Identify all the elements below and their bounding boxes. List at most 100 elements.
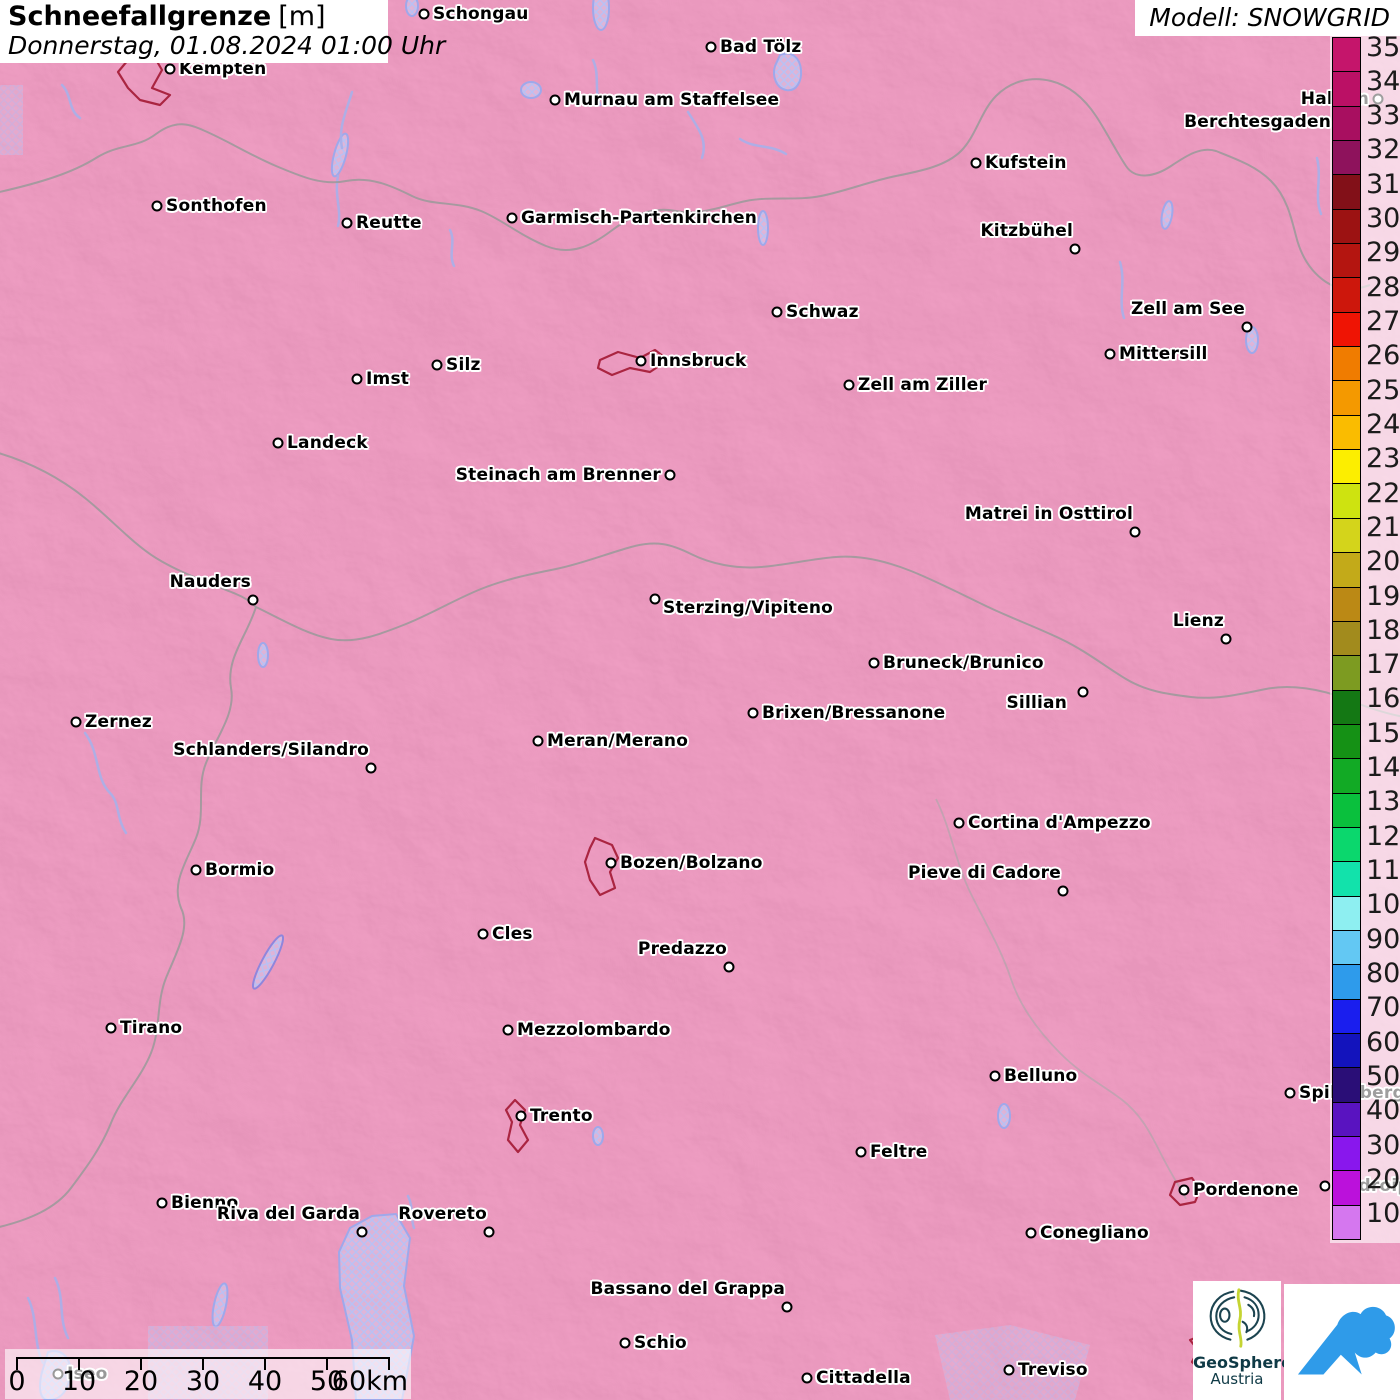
weather-map: Schongau Bad Tölz Kempten Murnau am Staffel… xyxy=(0,0,1400,1400)
city-label-landeck: Landeck xyxy=(287,433,368,453)
city-label-sterzing-vipiteno: Sterzing/Vipiteno xyxy=(663,598,834,618)
city-label-tirano: Tirano xyxy=(120,1018,183,1038)
city-dot-spilimbergo xyxy=(1284,1087,1296,1099)
city-dot-treviso xyxy=(1003,1364,1015,1376)
colorbar-cell-1600 xyxy=(1333,690,1360,725)
colorbar-tick-label-3200: 3200 xyxy=(1366,134,1400,166)
city-dot-mezzolombardo xyxy=(502,1024,514,1036)
city-markers-layer: Schongau Bad Tölz Kempten Murnau am Staffel… xyxy=(0,0,1400,1400)
city-label-lienz: Lienz xyxy=(1172,611,1224,631)
city-label-berchtesgaden: Berchtesgaden xyxy=(1184,112,1331,132)
colorbar-tick-label-2600: 2600 xyxy=(1366,340,1400,372)
mountain-cloud-icon xyxy=(1297,1306,1395,1375)
colorbar-cell-3100 xyxy=(1333,175,1360,210)
geosphere-logo-subtext: Austria xyxy=(1210,1370,1264,1388)
city-label-steinach-am-brenner: Steinach am Brenner xyxy=(455,465,661,485)
model-box: Modell: SNOWGRID xyxy=(1135,0,1400,36)
city-label-feltre: Feltre xyxy=(870,1142,928,1162)
colorbar-tick-label-1000: 1000 xyxy=(1366,889,1400,921)
colorbar-cell-2900 xyxy=(1333,244,1360,279)
city-label-riva-del-garda: Riva del Garda xyxy=(216,1204,360,1224)
city-dot-conegliano xyxy=(1025,1227,1037,1239)
scalebar-label-20: 20 xyxy=(123,1366,159,1397)
city-dot-schongau xyxy=(418,8,430,20)
colorbar-cell-800 xyxy=(1333,965,1360,1000)
colorbar-tick-label-2700: 2700 xyxy=(1366,306,1400,337)
city-label-zell-am-see: Zell am See xyxy=(1130,299,1245,319)
colorbar-tick-label-1800: 1800 xyxy=(1366,614,1400,646)
city-dot-zell-am-ziller xyxy=(843,379,855,391)
city-dot-murnau-am-staffelsee xyxy=(549,94,561,106)
colorbar-tick-label-500: 500 xyxy=(1366,1060,1400,1092)
colorbar-cell-2400 xyxy=(1333,415,1360,451)
colorbar-cell-2700 xyxy=(1333,312,1360,348)
colorbar-cell-2300 xyxy=(1333,450,1360,485)
city-label-schlanders-silandro: Schlanders/Silandro xyxy=(173,740,369,760)
colorbar-tick-label-1700: 1700 xyxy=(1366,649,1400,681)
city-dot-sterzing-vipiteno xyxy=(649,593,661,605)
colorbar-tick-label-300: 300 xyxy=(1366,1129,1400,1161)
city-label-cortina-d-ampezzo: Cortina d'Ampezzo xyxy=(968,813,1151,833)
colorbar-cell-3300 xyxy=(1333,106,1360,142)
city-label-zell-am-ziller: Zell am Ziller xyxy=(858,375,988,395)
colorbar-tick-label-2800: 2800 xyxy=(1366,271,1400,303)
geosphere-swirl-icon xyxy=(1209,1288,1266,1348)
map-datetime: Donnerstag, 01.08.2024 01:00 Uhr xyxy=(8,31,446,60)
city-label-bad-t-lz: Bad Tölz xyxy=(720,37,802,57)
city-dot-trento xyxy=(515,1110,527,1122)
city-label-predazzo: Predazzo xyxy=(637,939,727,959)
colorbar-tick-label-1900: 1900 xyxy=(1366,580,1400,612)
city-dot-pieve-di-cadore xyxy=(1057,885,1069,897)
city-label-rovereto: Rovereto xyxy=(398,1204,487,1224)
city-dot-silz xyxy=(431,359,443,371)
mountain-cloud-logo xyxy=(1284,1284,1400,1400)
city-dot-lienz xyxy=(1220,633,1232,645)
colorbar-cell-3000 xyxy=(1333,209,1360,245)
city-label-treviso: Treviso xyxy=(1018,1360,1088,1380)
city-label-silz: Silz xyxy=(446,355,481,375)
colorbar-cell-1400 xyxy=(1333,759,1360,794)
city-label-pieve-di-cadore: Pieve di Cadore xyxy=(908,863,1061,883)
city-dot-bienno xyxy=(156,1197,168,1209)
title-box: Schneefallgrenze [m] Donnerstag, 01.08.20… xyxy=(0,0,446,63)
model-label: Modell: SNOWGRID xyxy=(1149,3,1390,32)
geosphere-logo-text: GeoSphere xyxy=(1193,1353,1292,1372)
city-label-murnau-am-staffelsee: Murnau am Staffelsee xyxy=(564,90,780,110)
city-label-bozen-bolzano: Bozen/Bolzano xyxy=(620,853,763,873)
city-dot-riva-del-garda xyxy=(356,1226,368,1238)
colorbar-tick-label-400: 400 xyxy=(1366,1095,1400,1127)
colorbar-cell-100 xyxy=(1333,1205,1360,1240)
city-dot-schwaz xyxy=(771,306,783,318)
colorbar-tick-label-1600: 1600 xyxy=(1366,683,1400,715)
colorbar-cell-3200 xyxy=(1333,141,1360,176)
colorbar-tick-label-900: 900 xyxy=(1366,923,1400,955)
colorbar-cell-1300 xyxy=(1333,793,1360,828)
city-dot-bad-t-lz xyxy=(705,41,717,53)
colorbar-cell-2600 xyxy=(1333,347,1360,382)
colorbar-tick-label-3100: 3100 xyxy=(1366,168,1400,200)
colorbar-tick-label-2300: 2300 xyxy=(1366,443,1400,475)
colorbar-cell-3400 xyxy=(1333,72,1360,107)
city-label-trento: Trento xyxy=(530,1106,593,1126)
city-label-bruneck-brunico: Bruneck/Brunico xyxy=(883,653,1044,673)
city-label-bassano-del-grappa: Bassano del Grappa xyxy=(590,1279,785,1299)
city-dot-garmisch-partenkirchen xyxy=(506,212,518,224)
city-label-garmisch-partenkirchen: Garmisch-Partenkirchen xyxy=(521,208,758,228)
city-label-imst: Imst xyxy=(366,369,410,389)
scalebar: 0 10 20 30 40 50 60km xyxy=(5,1349,411,1399)
city-label-nauders: Nauders xyxy=(169,572,251,592)
colorbar-cell-2100 xyxy=(1333,518,1360,554)
city-dot-bruneck-brunico xyxy=(868,657,880,669)
colorbar-cell-900 xyxy=(1333,930,1360,966)
colorbar-tick-label-3500: 3500 xyxy=(1366,31,1400,63)
colorbar-tick-label-3400: 3400 xyxy=(1366,65,1400,97)
city-label-schongau: Schongau xyxy=(433,4,529,24)
city-dot-rovereto xyxy=(483,1226,495,1238)
city-dot-nauders xyxy=(247,594,259,606)
colorbar-cell-500 xyxy=(1333,1068,1360,1103)
scalebar-label-60km: 60km xyxy=(331,1366,409,1397)
colorbar-cell-700 xyxy=(1333,999,1360,1034)
colorbar-cell-1100 xyxy=(1333,862,1360,897)
colorbar-tick-label-2000: 2000 xyxy=(1366,546,1400,578)
city-dot-cles xyxy=(477,928,489,940)
